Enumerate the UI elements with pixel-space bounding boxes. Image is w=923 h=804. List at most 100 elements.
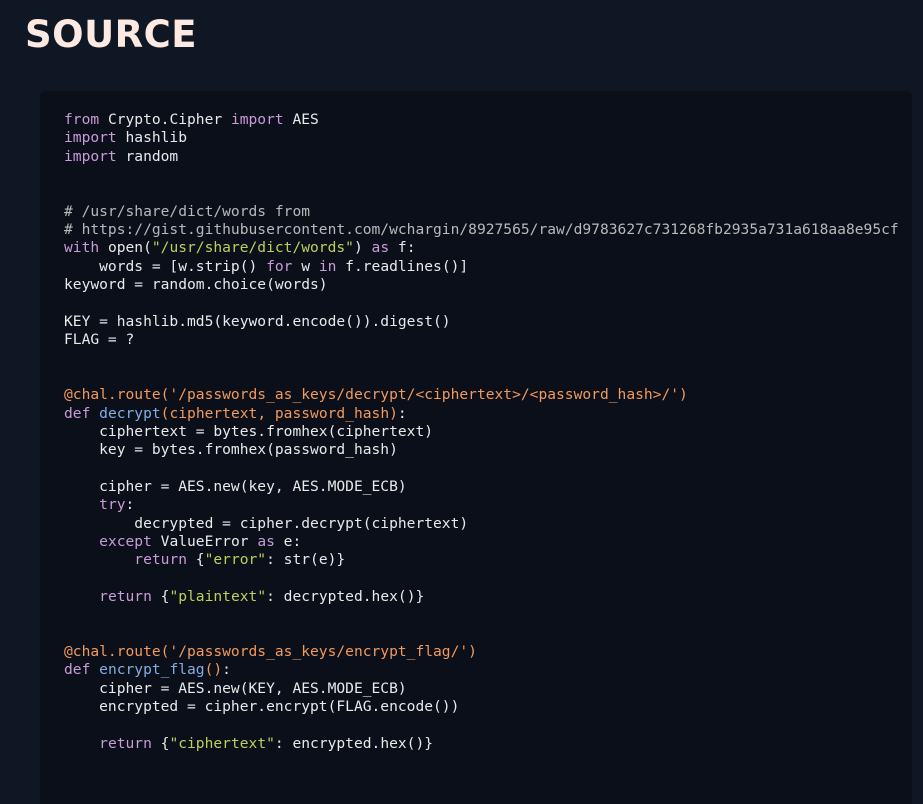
code-token-keyword: import <box>64 147 117 165</box>
code-token-code-text <box>90 405 99 422</box>
code-token-code-text: : <box>397 404 407 422</box>
code-token-code-text: keyword = random.choice(words) <box>64 276 328 294</box>
code-token-code-text: AES <box>283 111 319 128</box>
code-token-function-name: decrypt <box>99 404 161 422</box>
code-token-code-text: : decrypted.hex()} <box>266 587 425 605</box>
code-token-keyword: return <box>99 587 152 605</box>
code-line: @chal.route('/passwords_as_keys/encrypt_… <box>64 643 899 661</box>
code-line: KEY = hashlib.md5(keyword.encode()).dige… <box>64 313 899 331</box>
code-line: FLAG = ? <box>64 331 899 349</box>
code-token-code-text <box>64 496 99 513</box>
code-token-keyword: import <box>230 111 284 128</box>
code-token-code-text: cipher = AES.new(KEY, AES.MODE_ECB) <box>64 679 407 697</box>
code-token-code-text: : str(e)} <box>266 551 346 569</box>
code-line: import random <box>64 148 899 166</box>
code-token-code-text: random <box>116 147 179 165</box>
code-line: encrypted = cipher.encrypt(FLAG.encode()… <box>64 698 899 716</box>
code-line: words = [w.strip() for w in f.readlines(… <box>64 258 899 276</box>
code-token-code-text: f: <box>389 239 416 257</box>
code-line: ciphertext = bytes.fromhex(ciphertext) <box>64 423 899 441</box>
code-token-code-text: : <box>222 661 231 679</box>
code-token-code-text: { <box>151 587 170 605</box>
code-token-decorator: @chal.route('/passwords_as_keys/encrypt_… <box>64 642 477 660</box>
code-token-keyword: import <box>64 129 117 147</box>
code-line: with open("/usr/share/dict/words") as f: <box>64 239 899 257</box>
code-line: cipher = AES.new(key, AES.MODE_ECB) <box>64 478 899 496</box>
code-token-code-text: { <box>151 734 170 752</box>
code-token-code-text <box>64 533 99 550</box>
code-token-keyword: as <box>371 239 390 257</box>
code-line: try: <box>64 496 899 514</box>
code-line: # https://gist.githubusercontent.com/wch… <box>64 221 899 239</box>
code-token-code-text: encrypted = cipher.encrypt(FLAG.encode()… <box>64 698 460 715</box>
code-token-keyword: for <box>266 257 293 275</box>
code-token-code-text: : <box>125 496 135 514</box>
code-token-keyword: try <box>99 496 126 514</box>
code-token-code-text: words = [w.strip() <box>64 257 267 275</box>
code-token-decorator: (ciphertext, password_hash) <box>160 404 398 422</box>
code-token-keyword: from <box>64 111 100 128</box>
code-token-string-literal: "ciphertext" <box>169 734 275 752</box>
code-token-keyword: return <box>99 734 152 752</box>
code-token-decorator: @chal.route('/passwords_as_keys/decrypt/… <box>64 386 688 404</box>
source-code-panel[interactable]: from Crypto.Cipher import AES import hash… <box>40 91 912 804</box>
code-line: @chal.route('/passwords_as_keys/decrypt/… <box>64 386 899 404</box>
code-token-code-text: open( <box>99 239 152 257</box>
code-line: decrypted = cipher.decrypt(ciphertext) <box>64 515 899 533</box>
code-token-code-text: ) <box>353 239 372 257</box>
code-line: return {"ciphertext": encrypted.hex()} <box>64 735 899 753</box>
code-token-code-text: f.readlines()] <box>336 257 469 275</box>
code-line: return {"plaintext": decrypted.hex()} <box>64 588 899 606</box>
code-token-keyword: as <box>257 532 275 550</box>
code-line: def encrypt_flag(): <box>64 661 899 679</box>
code-token-keyword: in <box>318 257 337 275</box>
code-token-keyword: except <box>99 532 152 550</box>
code-token-code-text: hashlib <box>116 129 188 147</box>
code-token-keyword: with <box>64 239 100 257</box>
code-line: from Crypto.Cipher import AES <box>64 111 899 129</box>
code-token-code-text: e: <box>274 532 302 550</box>
code-token-code-text <box>64 735 99 752</box>
code-line: key = bytes.fromhex(password_hash) <box>64 441 899 459</box>
code-token-code-text: w <box>292 257 319 275</box>
code-token-function-name: encrypt_flag <box>99 661 205 679</box>
code-line: cipher = AES.new(KEY, AES.MODE_ECB) <box>64 680 899 698</box>
code-token-decorator: () <box>204 661 223 679</box>
code-line: # /usr/share/dict/words from <box>64 203 899 221</box>
code-token-keyword: return <box>134 551 188 569</box>
code-token-keyword: def <box>64 661 91 679</box>
code-token-string-literal: "plaintext" <box>169 587 267 605</box>
code-token-comment: # /usr/share/dict/words from <box>64 202 311 220</box>
code-token-code-text <box>64 551 134 568</box>
code-token-keyword: def <box>64 404 91 422</box>
code-token-comment: # https://gist.githubusercontent.com/wch… <box>64 221 899 239</box>
code-token-code-text: : encrypted.hex()} <box>274 734 434 752</box>
code-token-code-text <box>90 661 99 678</box>
code-token-code-text: ciphertext = bytes.fromhex(ciphertext) <box>64 422 434 440</box>
source-code-block[interactable]: from Crypto.Cipher import AES import hash… <box>64 111 899 753</box>
code-token-string-literal: "/usr/share/dict/words" <box>151 239 354 257</box>
code-token-code-text: Crypto.Cipher <box>99 111 231 128</box>
code-token-code-text: { <box>187 551 205 569</box>
code-line: return {"error": str(e)} <box>64 551 899 569</box>
code-line: import hashlib <box>64 129 899 147</box>
code-token-code-text: decrypted = cipher.decrypt(ciphertext) <box>64 514 469 532</box>
code-token-code-text: FLAG = ? <box>64 331 135 349</box>
code-token-code-text: key = bytes.fromhex(password_hash) <box>64 441 398 459</box>
code-token-code-text: cipher = AES.new(key, AES.MODE_ECB) <box>64 477 407 495</box>
code-line: def decrypt(ciphertext, password_hash): <box>64 405 899 423</box>
code-token-code-text: KEY = hashlib.md5(keyword.encode()).dige… <box>64 312 451 330</box>
code-token-code-text: ValueError <box>151 532 258 550</box>
page-title: SOURCE <box>25 13 198 56</box>
code-token-string-literal: "error" <box>204 551 267 569</box>
